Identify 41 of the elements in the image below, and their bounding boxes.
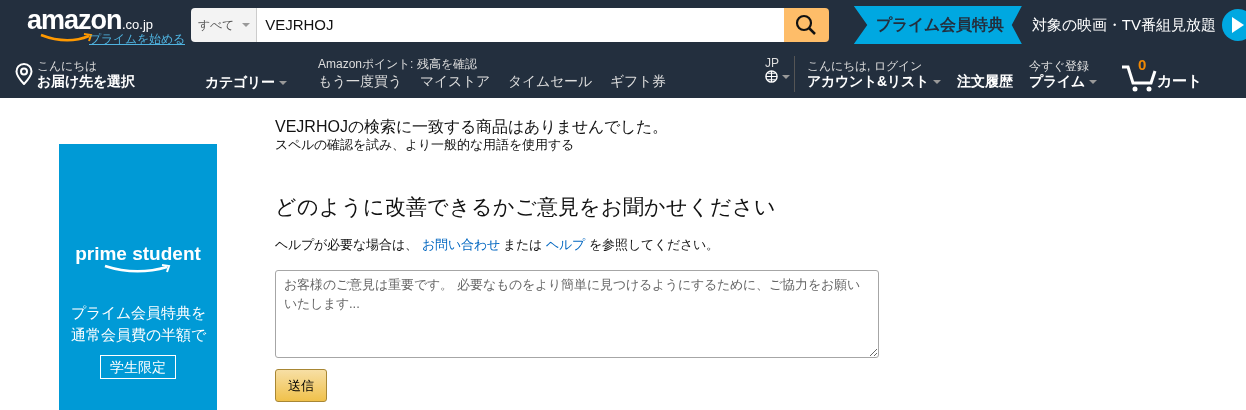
smile-arrow-icon	[103, 264, 173, 274]
points-link[interactable]: Amazonポイント: 残高を確認	[318, 56, 758, 71]
ad-text: 通常会員費の半額で	[70, 325, 206, 345]
nav-link[interactable]: ギフト券	[610, 70, 666, 92]
prime-banner-badge[interactable]: プライム会員特典	[853, 6, 1022, 44]
deliver-label: お届け先を選択	[37, 72, 135, 90]
help-link[interactable]: お問い合わせ	[421, 237, 500, 252]
nav-link[interactable]: もう一度買う	[318, 70, 402, 92]
help-link[interactable]: ヘルプ	[545, 237, 585, 252]
ad-text: プライム会員特典を	[70, 303, 206, 323]
orders-link[interactable]: 注文履歴	[957, 56, 1029, 92]
location-pin-icon	[15, 63, 33, 85]
help-text: を参照してください。	[588, 237, 719, 252]
feedback-field[interactable]: お客様のご意見は重要です。 必要なものをより簡単に見つけるようにするために、ご協力をお願いいたします...	[275, 269, 879, 358]
no-results-message: VEJRHOJの検索に一致する商品はありませんでした。	[275, 117, 669, 137]
cart-link[interactable]: 0 カート	[1121, 56, 1202, 92]
search-field[interactable]: VEJRHOJ	[257, 8, 784, 42]
globe-icon	[765, 70, 778, 83]
category-dropdown[interactable]: すべて	[191, 8, 258, 42]
search-icon	[795, 14, 818, 36]
category-menu[interactable]: カテゴリー	[205, 55, 318, 93]
account-menu[interactable]: こんにちは, ログイン アカウント&リスト	[807, 58, 957, 90]
submit-button[interactable]: 送信	[275, 368, 327, 402]
prime-banner-text[interactable]: 対象の映画・TV番組見放題	[1031, 13, 1216, 37]
prime-menu[interactable]: 今すぐ登録 プライム	[1029, 58, 1121, 90]
feedback-heading: どのように改善できるかご意見をお聞かせください	[275, 194, 777, 220]
prime-link[interactable]: プライムを始める	[89, 32, 185, 46]
logo-suffix: .co.jp	[122, 16, 154, 33]
ad-badge: 学生限定	[100, 355, 176, 379]
cart-count: 0	[1138, 55, 1147, 75]
nav-link[interactable]: マイストア	[420, 70, 490, 92]
help-text: または	[503, 237, 543, 252]
suggestion-text: スペルの確認を試み、より一般的な用語を使用する	[275, 137, 575, 153]
greeting-text: こんにちは	[37, 58, 98, 73]
language-selector[interactable]: JP	[765, 56, 795, 92]
search-button[interactable]	[783, 8, 829, 42]
help-text: ヘルプが必要な場合は、	[275, 237, 418, 252]
ad-brand: prime student	[75, 244, 201, 264]
deliver-to-link[interactable]: こんにちは お届け先を選択	[15, 58, 185, 90]
nav-link[interactable]: タイムセール	[508, 70, 592, 92]
play-icon[interactable]	[1222, 9, 1246, 41]
